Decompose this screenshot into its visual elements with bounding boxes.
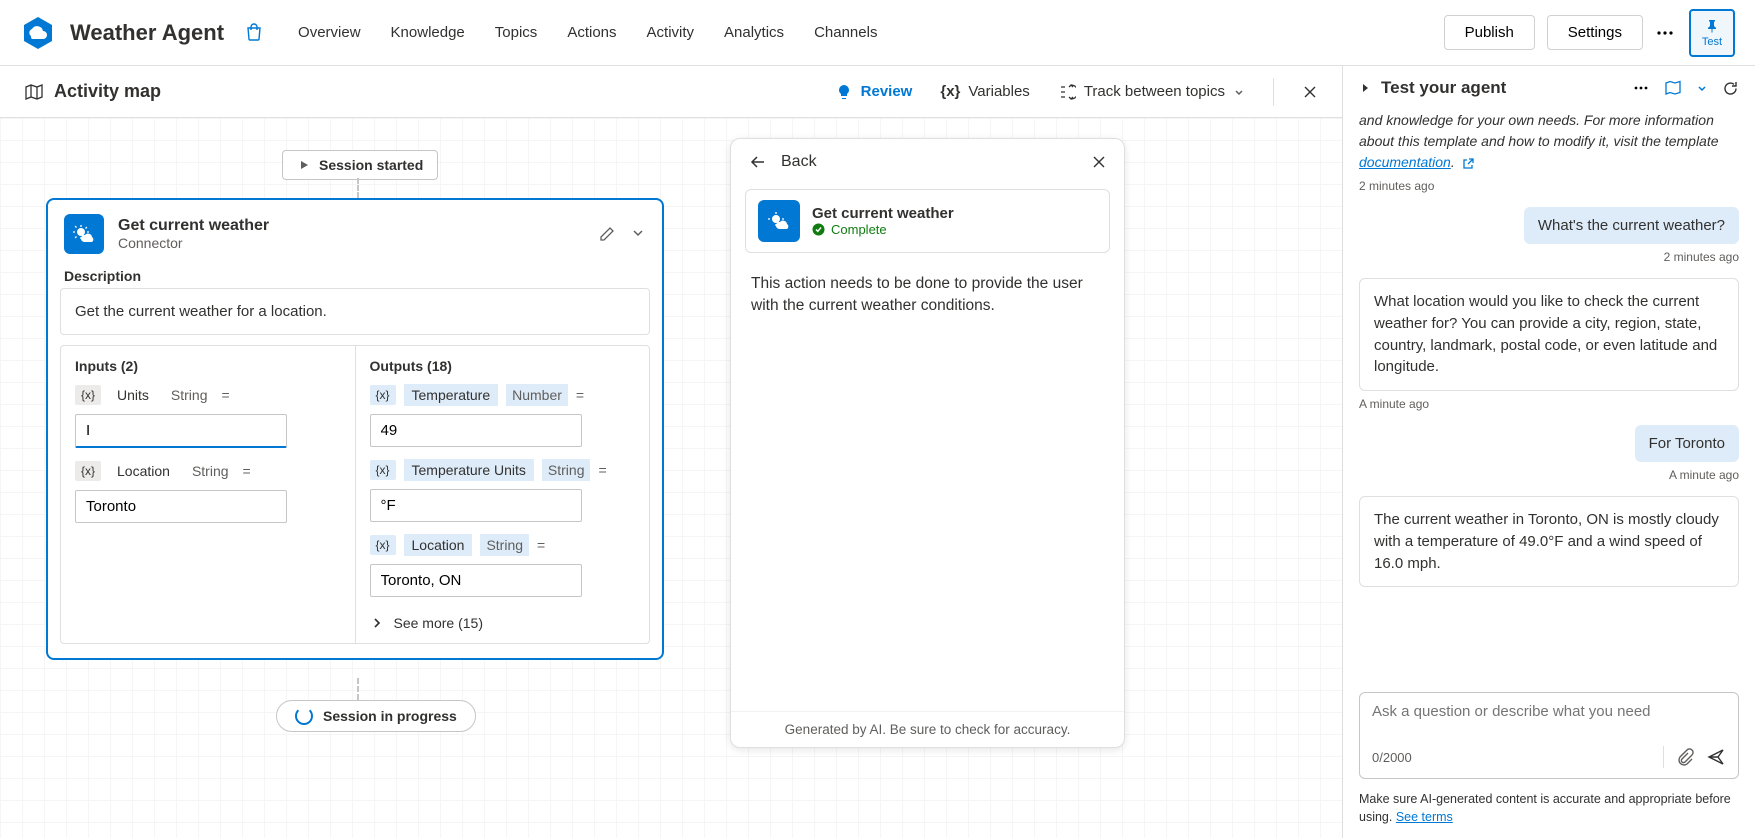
nav-knowledge[interactable]: Knowledge <box>391 24 465 41</box>
back-icon[interactable] <box>749 153 767 171</box>
timestamp: A minute ago <box>1359 397 1739 411</box>
user-message: What's the current weather? <box>1524 207 1739 244</box>
spinner-icon <box>295 707 313 725</box>
chevron-down-icon[interactable] <box>1696 82 1708 94</box>
detail-title: Get current weather <box>812 205 954 222</box>
nav-channels[interactable]: Channels <box>814 24 877 41</box>
variable-icon: {x} <box>370 460 396 480</box>
checkmark-icon <box>812 223 825 236</box>
variables-button[interactable]: {x} Variables <box>940 83 1029 100</box>
toolbar-title: Activity map <box>54 81 161 102</box>
documentation-link[interactable]: documentation <box>1359 154 1451 170</box>
chevron-down-icon <box>1233 86 1245 98</box>
nav-topics[interactable]: Topics <box>495 24 538 41</box>
pin-icon <box>1704 18 1720 34</box>
card-subtitle: Connector <box>118 235 269 251</box>
see-terms-link[interactable]: See terms <box>1396 810 1453 824</box>
edit-icon[interactable] <box>598 225 616 243</box>
detail-body: This action needs to be done to provide … <box>731 257 1124 711</box>
intro-message: and knowledge for your own needs. For mo… <box>1359 110 1739 173</box>
card-title: Get current weather <box>118 217 269 235</box>
timestamp: 2 minutes ago <box>1359 179 1739 193</box>
agent-logo-icon <box>20 15 56 51</box>
test-button[interactable]: Test <box>1689 9 1735 57</box>
review-button[interactable]: Review <box>835 83 913 101</box>
ai-disclaimer: Make sure AI-generated content is accura… <box>1343 785 1755 838</box>
location-input[interactable] <box>75 490 287 523</box>
test-panel-title: Test your agent <box>1381 78 1506 98</box>
status-badge: Complete <box>812 222 954 237</box>
description-text: Get the current weather for a location. <box>60 288 650 335</box>
see-more-button[interactable]: See more (15) <box>370 615 636 631</box>
outputs-column: Outputs (18) {x} Temperature Number = {x… <box>356 346 650 643</box>
chevron-right-icon <box>370 616 384 630</box>
agent-title: Weather Agent <box>70 20 224 46</box>
play-icon <box>297 158 311 172</box>
map-icon[interactable] <box>1664 79 1682 97</box>
bag-icon[interactable] <box>244 22 266 44</box>
close-detail-icon[interactable] <box>1092 155 1106 169</box>
description-label: Description <box>48 260 662 288</box>
nav-activity[interactable]: Activity <box>647 24 695 41</box>
bot-message: What location would you like to check th… <box>1359 278 1739 391</box>
session-started-pill: Session started <box>282 150 438 180</box>
temp-units-output[interactable] <box>370 489 582 522</box>
caret-right-icon[interactable] <box>1359 82 1371 94</box>
timestamp: 2 minutes ago <box>1359 250 1739 264</box>
variable-icon: {x} <box>370 535 396 555</box>
timestamp: A minute ago <box>1359 468 1739 482</box>
nav-analytics[interactable]: Analytics <box>724 24 784 41</box>
more-icon[interactable] <box>1655 23 1677 43</box>
user-message: For Toronto <box>1635 425 1739 462</box>
variable-icon: {x} <box>370 385 396 405</box>
weather-icon <box>64 214 104 254</box>
variable-icon: {x} <box>75 385 101 405</box>
publish-button[interactable]: Publish <box>1444 15 1535 50</box>
track-topics-button[interactable]: Track between topics <box>1058 83 1245 101</box>
attachment-icon[interactable] <box>1676 748 1694 766</box>
settings-button[interactable]: Settings <box>1547 15 1643 50</box>
units-input[interactable] <box>75 414 287 448</box>
more-icon[interactable] <box>1632 79 1650 97</box>
nav-actions[interactable]: Actions <box>567 24 616 41</box>
chevron-down-icon[interactable] <box>630 225 646 243</box>
map-icon <box>24 82 44 102</box>
close-canvas-icon[interactable] <box>1302 84 1318 100</box>
chat-input[interactable] <box>1372 703 1726 725</box>
variable-icon: {x} <box>75 461 101 481</box>
ai-disclaimer: Generated by AI. Be sure to check for ac… <box>731 711 1124 747</box>
chat-input-wrap[interactable]: 0/2000 <box>1359 692 1739 779</box>
location-output[interactable] <box>370 564 582 597</box>
back-label[interactable]: Back <box>781 153 817 171</box>
variable-icon: {x} <box>940 83 960 100</box>
action-detail-panel: Back Get current weather Complete <box>730 138 1125 748</box>
external-link-icon <box>1462 157 1475 170</box>
refresh-icon[interactable] <box>1722 80 1739 97</box>
bot-message: The current weather in Toronto, ON is mo… <box>1359 496 1739 587</box>
test-panel: Test your agent and knowledge for your o… <box>1343 66 1755 838</box>
session-in-progress-pill: Session in progress <box>276 700 476 732</box>
char-count: 0/2000 <box>1372 750 1412 765</box>
nav-overview[interactable]: Overview <box>298 24 361 41</box>
temperature-output[interactable] <box>370 414 582 447</box>
send-icon[interactable] <box>1706 747 1726 767</box>
inputs-column: Inputs (2) {x} Units String = {x} Locati… <box>61 346 356 643</box>
weather-icon <box>758 200 800 242</box>
weather-connector-card[interactable]: Get current weather Connector Descriptio… <box>46 198 664 660</box>
